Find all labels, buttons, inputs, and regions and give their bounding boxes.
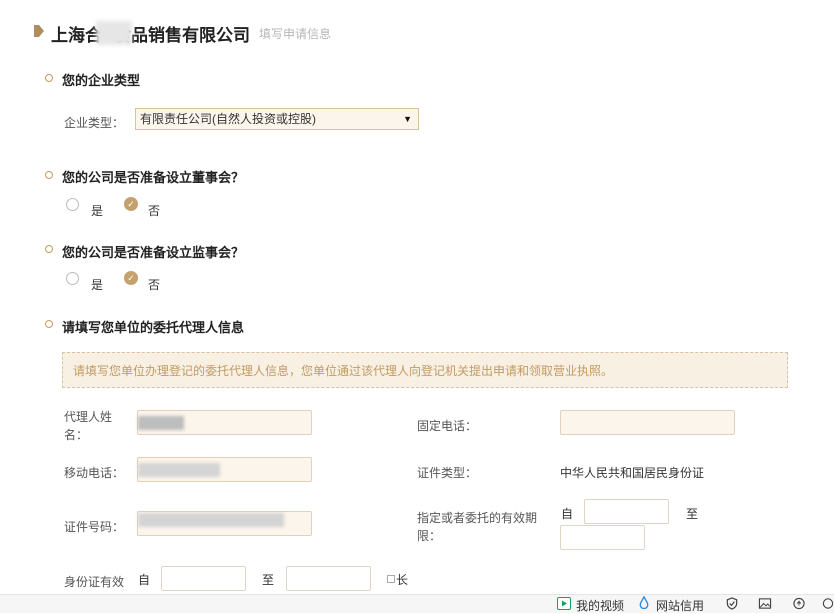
board-yes-label: 是 bbox=[91, 204, 104, 218]
water-drop-icon[interactable] bbox=[637, 596, 651, 609]
refresh-icon[interactable] bbox=[792, 597, 806, 610]
page-subtitle: 填写申请信息 bbox=[259, 27, 332, 41]
site-credit-link[interactable]: 网站信用 bbox=[656, 597, 704, 614]
section-title-board: 您的公司是否准备设立董事会？ bbox=[62, 170, 245, 185]
enterprise-type-select[interactable]: 有限责任公司(自然人投资或控股) ▼ bbox=[135, 108, 419, 130]
page-title: 上海合 食品销售有限公司 bbox=[51, 26, 250, 45]
supervisors-no-label: 否 bbox=[148, 278, 161, 292]
validity-from-label: 自 bbox=[561, 507, 574, 521]
section-title-supervisors: 您的公司是否准备设立监事会？ bbox=[62, 245, 245, 260]
section-bullet-icon bbox=[45, 245, 53, 253]
mobile-label: 移动电话： bbox=[64, 466, 125, 480]
id-validity-end-input[interactable] bbox=[286, 566, 371, 591]
landline-input[interactable] bbox=[560, 410, 735, 435]
section-title-enterprise-type: 您的企业类型 bbox=[62, 73, 141, 88]
id-validity-from-label: 自 bbox=[138, 573, 151, 587]
redacted-mobile bbox=[138, 463, 220, 477]
browser-status-bar bbox=[0, 594, 834, 613]
id-type-label: 证件类型： bbox=[417, 466, 478, 480]
my-video-link[interactable]: 我的视频 bbox=[576, 597, 624, 614]
agent-notice: 请填写您单位办理登记的委托代理人信息，您单位通过该代理人向登记机关提出申请和领取… bbox=[62, 352, 788, 388]
validity-label-line1: 指定或者委托的有效期 bbox=[417, 511, 538, 525]
long-term-label: 长 bbox=[396, 573, 409, 587]
supervisors-no-radio-checked[interactable]: ✓ bbox=[124, 271, 138, 285]
long-term-checkbox[interactable] bbox=[387, 575, 395, 583]
id-type-value: 中华人民共和国居民身份证 bbox=[560, 466, 705, 480]
validity-to-label: 至 bbox=[686, 507, 699, 521]
shield-icon[interactable] bbox=[725, 597, 739, 610]
id-validity-start-input[interactable] bbox=[161, 566, 246, 591]
board-no-radio-checked[interactable]: ✓ bbox=[124, 197, 138, 211]
agent-name-label-line1: 代理人姓 bbox=[64, 410, 113, 424]
enterprise-type-selected-value: 有限责任公司(自然人投资或控股) bbox=[140, 112, 316, 126]
section-title-agent: 请填写您单位的委托代理人信息 bbox=[62, 320, 245, 335]
id-validity-to-label: 至 bbox=[262, 573, 275, 587]
supervisors-yes-radio[interactable] bbox=[66, 272, 79, 285]
section-bullet-icon bbox=[45, 171, 53, 179]
id-number-label: 证件号码： bbox=[64, 520, 125, 534]
board-no-label: 否 bbox=[148, 204, 161, 218]
id-validity-label: 身份证有效 bbox=[64, 575, 125, 589]
image-icon[interactable] bbox=[758, 597, 772, 610]
header-marker-icon bbox=[34, 25, 44, 37]
landline-label: 固定电话： bbox=[417, 419, 478, 433]
redacted-id-number bbox=[138, 513, 284, 527]
validity-start-input[interactable] bbox=[584, 499, 669, 524]
section-bullet-icon bbox=[45, 74, 53, 82]
redacted-text bbox=[96, 21, 132, 45]
board-yes-radio[interactable] bbox=[66, 198, 79, 211]
validity-end-input[interactable] bbox=[560, 525, 645, 550]
enterprise-type-label: 企业类型： bbox=[64, 116, 125, 130]
more-icon[interactable] bbox=[822, 597, 834, 610]
dropdown-caret-icon: ▼ bbox=[403, 114, 412, 124]
validity-label-line2: 限： bbox=[417, 529, 442, 543]
supervisors-yes-label: 是 bbox=[91, 278, 104, 292]
agent-name-label-line2: 名： bbox=[64, 428, 89, 442]
video-play-icon[interactable] bbox=[557, 597, 571, 610]
redacted-name bbox=[138, 416, 184, 430]
section-bullet-icon bbox=[45, 320, 53, 328]
